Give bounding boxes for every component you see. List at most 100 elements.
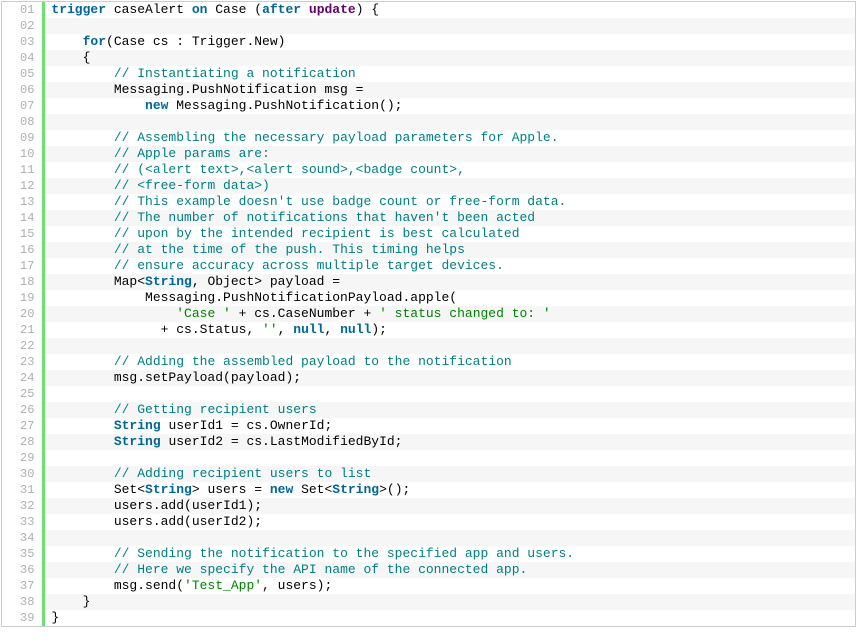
token-type: String: [332, 482, 379, 497]
line-number: 31: [2, 482, 42, 498]
token-cmt: // The number of notifications that have…: [114, 210, 535, 225]
token-plain: userId1 = cs.OwnerId;: [161, 418, 333, 433]
token-plain: [51, 226, 113, 241]
token-plain: , users);: [262, 578, 332, 593]
token-kw: for: [83, 34, 106, 49]
code-line: // <free-form data>): [45, 178, 855, 194]
line-number: 16: [2, 242, 42, 258]
code-line: Messaging.PushNotificationPayload.apple(: [45, 290, 855, 306]
token-type: String: [114, 434, 161, 449]
token-plain: [51, 242, 113, 257]
code-line: }: [45, 594, 855, 610]
token-plain: Messaging.PushNotification();: [168, 98, 402, 113]
token-cmt: // Sending the notification to the speci…: [114, 546, 574, 561]
code-line: // Instantiating a notification: [45, 66, 855, 82]
token-plain: [51, 98, 145, 113]
code-line: // at the time of the push. This timing …: [45, 242, 855, 258]
token-kw: new: [145, 98, 168, 113]
code-line: [45, 114, 855, 130]
line-number: 35: [2, 546, 42, 562]
line-number: 33: [2, 514, 42, 530]
line-number: 03: [2, 34, 42, 50]
token-cmt: // Getting recipient users: [114, 402, 317, 417]
code-line: // Getting recipient users: [45, 402, 855, 418]
line-number: 24: [2, 370, 42, 386]
code-line: trigger caseAlert on Case (after update)…: [45, 2, 855, 18]
token-plain: users.add(userId2);: [51, 514, 262, 529]
token-plain: >();: [379, 482, 410, 497]
token-plain: [51, 402, 113, 417]
token-plain: msg.send(: [51, 578, 184, 593]
code-line: [45, 386, 855, 402]
token-plain: caseAlert: [106, 2, 192, 17]
code-line: String userId2 = cs.LastModifiedById;: [45, 434, 855, 450]
token-plain: [51, 562, 113, 577]
token-cmt: // Adding recipient users to list: [114, 466, 371, 481]
line-number: 15: [2, 226, 42, 242]
line-number: 37: [2, 578, 42, 594]
code-line: users.add(userId1);: [45, 498, 855, 514]
token-cmt: // <free-form data>): [114, 178, 270, 193]
token-cmt: // Instantiating a notification: [114, 66, 356, 81]
token-kw: new: [270, 482, 293, 497]
line-number: 06: [2, 82, 42, 98]
line-number: 19: [2, 290, 42, 306]
token-plain: [51, 210, 113, 225]
line-number: 25: [2, 386, 42, 402]
line-number: 39: [2, 610, 42, 626]
line-number: 30: [2, 466, 42, 482]
token-str: '': [262, 322, 278, 337]
token-plain: [51, 354, 113, 369]
token-plain: ,: [324, 322, 340, 337]
line-number: 32: [2, 498, 42, 514]
token-plain: [51, 194, 113, 209]
line-number: 23: [2, 354, 42, 370]
token-cmt: // Here we specify the API name of the c…: [114, 562, 527, 577]
token-plain: ) {: [356, 2, 379, 17]
token-cmt: // upon by the intended recipient is bes…: [114, 226, 520, 241]
token-plain: + cs.Status,: [51, 322, 262, 337]
token-cmt: // Adding the assembled payload to the n…: [114, 354, 512, 369]
code-line: // Adding recipient users to list: [45, 466, 855, 482]
line-number: 28: [2, 434, 42, 450]
token-plain: (Case cs : Trigger.New): [106, 34, 285, 49]
token-plain: [51, 258, 113, 273]
code-line: // Here we specify the API name of the c…: [45, 562, 855, 578]
line-number: 17: [2, 258, 42, 274]
token-cmt: // This example doesn't use badge count …: [114, 194, 566, 209]
token-type: String: [145, 274, 192, 289]
token-plain: , Object> payload =: [192, 274, 340, 289]
token-plain: [51, 146, 113, 161]
token-plain: > users =: [192, 482, 270, 497]
token-plain: [51, 434, 113, 449]
token-plain: [51, 306, 176, 321]
line-number: 36: [2, 562, 42, 578]
code-line: new Messaging.PushNotification();: [45, 98, 855, 114]
code-line: // This example doesn't use badge count …: [45, 194, 855, 210]
token-cmt: // ensure accuracy across multiple targe…: [114, 258, 504, 273]
code-line: [45, 18, 855, 34]
token-plain: [51, 66, 113, 81]
code-line: Messaging.PushNotification msg =: [45, 82, 855, 98]
code-line: // (<alert text>,<alert sound>,<badge co…: [45, 162, 855, 178]
line-number: 04: [2, 50, 42, 66]
token-plain: {: [51, 50, 90, 65]
token-cmt: // Apple params are:: [114, 146, 270, 161]
code-line: // upon by the intended recipient is bes…: [45, 226, 855, 242]
line-number: 11: [2, 162, 42, 178]
token-plain: [51, 162, 113, 177]
token-cmt: // at the time of the push. This timing …: [114, 242, 465, 257]
line-number: 05: [2, 66, 42, 82]
line-number: 26: [2, 402, 42, 418]
token-kw: after: [262, 2, 301, 17]
token-plain: Messaging.PushNotificationPayload.apple(: [51, 290, 457, 305]
line-number: 27: [2, 418, 42, 434]
token-plain: [301, 2, 309, 17]
line-number: 07: [2, 98, 42, 114]
line-number: 09: [2, 130, 42, 146]
token-plain: [51, 130, 113, 145]
code-line: msg.send('Test_App', users);: [45, 578, 855, 594]
code-line: 'Case ' + cs.CaseNumber + ' status chang…: [45, 306, 855, 322]
line-number: 08: [2, 114, 42, 130]
line-number: 10: [2, 146, 42, 162]
